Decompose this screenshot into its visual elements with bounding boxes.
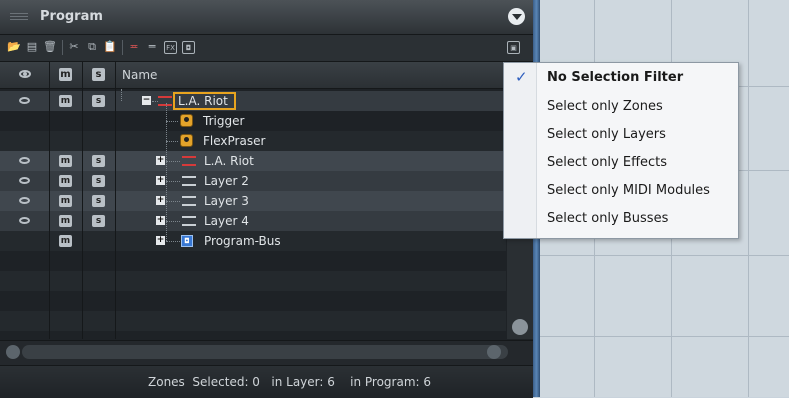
program-panel: Program 📂 ▤ 🗑 ✂ ⧉ 📋 ≖ ═ FX ◘ ▣ m s Name … bbox=[0, 0, 540, 398]
collapse-toggle-icon[interactable]: − bbox=[142, 96, 151, 105]
layer-icon bbox=[182, 216, 196, 226]
solo-icon: s bbox=[92, 68, 105, 81]
tree-row[interactable]: FlexPraser bbox=[0, 131, 506, 151]
tree-row[interactable]: m + ◘ Program-Bus bbox=[0, 231, 506, 251]
mute-icon[interactable]: m bbox=[59, 175, 72, 187]
layer-icon bbox=[182, 176, 196, 186]
solo-icon[interactable]: s bbox=[92, 215, 105, 227]
tree-row[interactable]: Trigger bbox=[0, 111, 506, 131]
tree-header: m s Name bbox=[0, 62, 533, 89]
tree-item-label: Layer 3 bbox=[204, 194, 249, 208]
tree-row[interactable]: m s + Layer 4 bbox=[0, 211, 506, 231]
menu-item-select-only-effects[interactable]: Select only Effects bbox=[537, 149, 736, 177]
tree-item-label: FlexPraser bbox=[203, 134, 266, 148]
expand-toggle-icon[interactable]: + bbox=[156, 196, 165, 205]
menu-item-select-only-midi-modules[interactable]: Select only MIDI Modules bbox=[537, 177, 736, 205]
eye-icon[interactable] bbox=[19, 157, 30, 164]
solo-icon[interactable]: s bbox=[92, 155, 105, 167]
open-folder-icon[interactable]: 📂 bbox=[7, 40, 21, 54]
menu-item-no-selection-filter[interactable]: No Selection Filter bbox=[537, 64, 736, 92]
delete-icon[interactable]: 🗑 bbox=[43, 40, 57, 54]
expand-toggle-icon[interactable]: + bbox=[156, 216, 165, 225]
mute-icon: m bbox=[59, 68, 72, 81]
panel-toolbar: 📂 ▤ 🗑 ✂ ⧉ 📋 ≖ ═ FX ◘ ▣ bbox=[0, 35, 533, 62]
cut-icon[interactable]: ✂ bbox=[67, 40, 81, 54]
copy-icon[interactable]: ⧉ bbox=[85, 40, 99, 54]
solo-column[interactable]: s bbox=[83, 62, 116, 88]
mute-icon[interactable]: m bbox=[59, 155, 72, 167]
tree-row[interactable]: m s + L.A. Riot bbox=[0, 151, 506, 171]
tree-item-label: L.A. Riot bbox=[204, 154, 254, 168]
eye-icon[interactable] bbox=[19, 217, 30, 224]
module-icon bbox=[180, 114, 193, 127]
panel-title: Program bbox=[40, 9, 103, 24]
tree-item-label: Layer 4 bbox=[204, 214, 249, 228]
menu-item-select-only-zones[interactable]: Select only Zones bbox=[537, 93, 736, 121]
fx-icon[interactable]: FX bbox=[164, 41, 177, 54]
panel-menu-arrow-icon[interactable] bbox=[508, 8, 525, 25]
checkmark-icon: ✓ bbox=[515, 68, 528, 86]
menu-item-select-only-busses[interactable]: Select only Busses bbox=[537, 205, 736, 233]
save-icon[interactable]: ▤ bbox=[25, 40, 39, 54]
layer-icon[interactable]: ═ bbox=[145, 40, 159, 54]
tree-rows: m s − L.A. Riot Trigger FlexPraser m s + bbox=[0, 89, 506, 339]
expand-toggle-icon[interactable]: + bbox=[156, 176, 165, 185]
name-column-header[interactable]: Name bbox=[122, 68, 157, 82]
eye-icon[interactable] bbox=[19, 97, 30, 104]
eye-icon bbox=[19, 70, 31, 78]
tree-row[interactable]: m s + Layer 2 bbox=[0, 171, 506, 191]
mute-icon[interactable]: m bbox=[59, 195, 72, 207]
bus-icon[interactable]: ◘ bbox=[182, 41, 195, 54]
layer-icon bbox=[182, 196, 196, 206]
tree-item-label: L.A. Riot bbox=[178, 94, 228, 108]
tree-item-label: Program-Bus bbox=[204, 234, 281, 248]
solo-icon[interactable]: s bbox=[92, 95, 105, 107]
expand-toggle-icon[interactable]: + bbox=[156, 236, 165, 245]
mute-column[interactable]: m bbox=[50, 62, 83, 88]
scroll-right-icon[interactable] bbox=[487, 345, 501, 359]
new-layer-icon[interactable]: ≖ bbox=[127, 40, 141, 54]
mute-icon[interactable]: m bbox=[59, 95, 72, 107]
mute-icon[interactable]: m bbox=[59, 215, 72, 227]
grip-icon[interactable] bbox=[10, 13, 28, 21]
panel-titlebar: Program bbox=[0, 0, 533, 35]
mute-icon[interactable]: m bbox=[59, 235, 72, 247]
scroll-left-icon[interactable] bbox=[6, 345, 20, 359]
layer-icon bbox=[182, 156, 196, 166]
module-icon bbox=[180, 134, 193, 147]
status-bar: Zones Selected: 0 in Layer: 6 in Program… bbox=[0, 365, 533, 398]
tree-item-label: Trigger bbox=[203, 114, 245, 128]
solo-icon[interactable]: s bbox=[92, 175, 105, 187]
horizontal-scrollbar[interactable] bbox=[0, 340, 533, 365]
tree-row[interactable]: m s − L.A. Riot bbox=[0, 91, 506, 111]
menu-item-select-only-layers[interactable]: Select only Layers bbox=[537, 121, 736, 149]
selection-filter-menu: ✓ No Selection Filter Select only Zones … bbox=[503, 62, 739, 239]
visibility-column[interactable] bbox=[0, 62, 50, 88]
eye-icon[interactable] bbox=[19, 177, 30, 184]
tree-row[interactable]: m s + Layer 3 bbox=[0, 191, 506, 211]
layer-icon bbox=[158, 96, 172, 106]
selection-status: Zones Selected: 0 in Layer: 6 in Program… bbox=[148, 375, 432, 389]
eye-icon[interactable] bbox=[19, 197, 30, 204]
collapse-icon[interactable]: ▣ bbox=[507, 41, 520, 54]
tree-item-label: Layer 2 bbox=[204, 174, 249, 188]
solo-icon[interactable]: s bbox=[92, 195, 105, 207]
scroll-down-icon[interactable] bbox=[512, 319, 528, 335]
scroll-track[interactable] bbox=[22, 345, 508, 359]
expand-toggle-icon[interactable]: + bbox=[156, 156, 165, 165]
bus-icon: ◘ bbox=[181, 235, 193, 247]
paste-icon[interactable]: 📋 bbox=[103, 40, 117, 54]
